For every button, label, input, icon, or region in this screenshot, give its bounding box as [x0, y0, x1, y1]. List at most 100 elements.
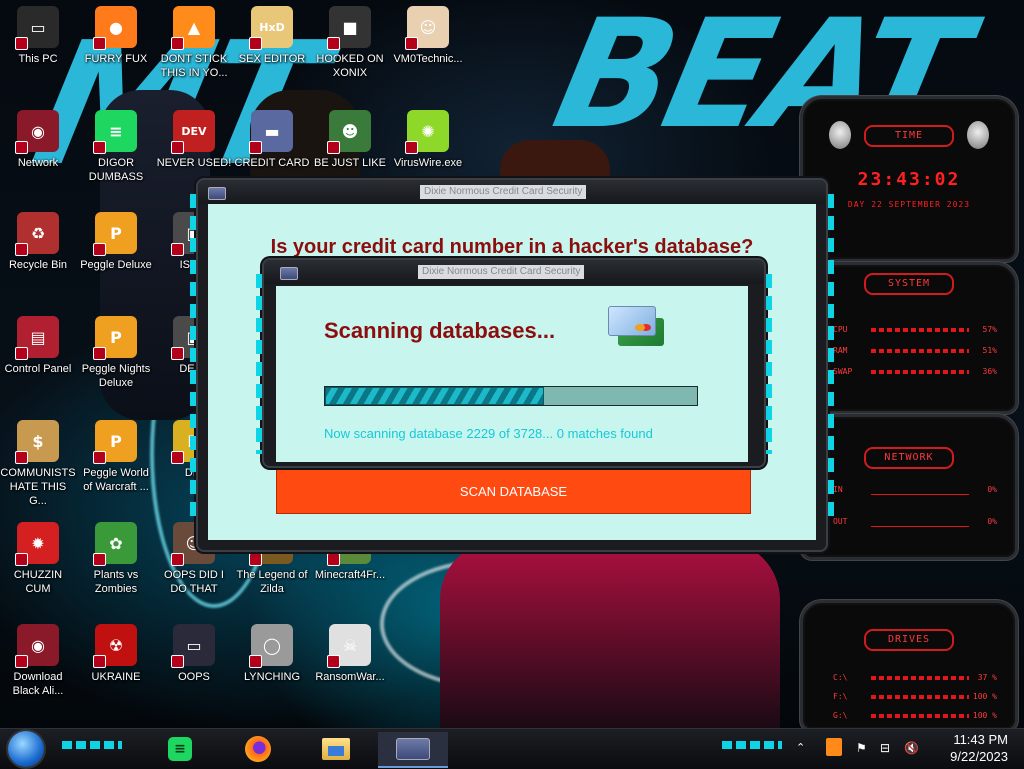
desktop-icon[interactable]: P Peggle World of Warcraft ...	[78, 420, 154, 494]
desktop-icon-label: Peggle Nights Deluxe	[81, 363, 151, 389]
system-row-label: RAM	[833, 346, 848, 355]
main-question: Is your credit card number in a hacker's…	[270, 236, 754, 258]
alien-orb-icon: ◉	[15, 624, 59, 668]
drives-row-value: 100 %	[972, 692, 997, 701]
desktop-icon[interactable]: ≡ DIGOR DUMBASS	[78, 110, 154, 184]
main-window-titlebar[interactable]: Dixie Normous Credit Card Security	[198, 180, 826, 204]
start-orb-icon[interactable]	[8, 731, 44, 767]
muted-speaker-icon[interactable]: 🔇	[904, 741, 919, 755]
scan-dialog-client: Scanning databases... Now scanning datab…	[276, 286, 748, 462]
network-row-label: IN	[833, 485, 843, 494]
credit-cards-icon	[608, 306, 664, 346]
network-icon[interactable]: ⊟	[880, 741, 890, 755]
desktop-icon-label: DIGOR DUMBASS	[88, 157, 144, 183]
desktop-icon-label: OOPS	[178, 671, 210, 683]
drives-gadget[interactable]: DRIVES C:\ 37 % F:\ 100 % G:\ 100 %	[800, 600, 1018, 728]
desktop-icon-label: UKRAINE	[91, 671, 141, 683]
computer-icon: ▭	[15, 6, 59, 50]
peggle-icon: P	[93, 212, 137, 256]
desktop-icon[interactable]: $ COMMUNISTS HATE THIS G...	[0, 420, 76, 508]
network-row-value: 0%	[987, 517, 997, 526]
shortcut-arrow-icon	[93, 451, 106, 464]
desktop-icon-label: LYNCHING	[243, 671, 301, 683]
shortcut-arrow-icon	[15, 655, 28, 668]
system-row-bar	[871, 370, 969, 374]
drives-gadget-header: DRIVES	[864, 629, 954, 651]
desktop-icon-label: RansomWar...	[315, 671, 385, 683]
network-row-value: 0%	[987, 485, 997, 494]
taskbar-file-explorer[interactable]	[316, 732, 356, 766]
skull-icon: ☠	[327, 624, 371, 668]
desktop-icon[interactable]: ▭ This PC	[0, 6, 76, 66]
taskbar-clock[interactable]: 11:43 PM 9/22/2023	[950, 731, 1008, 765]
desktop-icon-label: Recycle Bin	[8, 259, 68, 271]
desktop-icon-label: Plants vs Zombies	[93, 569, 139, 595]
flag-icon[interactable]: ⚑	[856, 741, 867, 755]
network-gadget-header: NETWORK	[864, 447, 954, 469]
desktop-icon[interactable]: ● FURRY FUX	[78, 6, 154, 66]
desktop-icon[interactable]: ☢ UKRAINE	[78, 624, 154, 684]
desktop-icon[interactable]: ☠ RansomWar...	[312, 624, 388, 684]
desktop-icon[interactable]: ▲ DONT STICK THIS IN YO...	[156, 6, 232, 80]
hardware-icon[interactable]	[826, 738, 842, 756]
desktop-icon[interactable]: ☻ BE JUST LIKE	[312, 110, 388, 170]
desktop-icon[interactable]: ♻ Recycle Bin	[0, 212, 76, 272]
system-row: SWAP 36%	[833, 367, 1001, 379]
shortcut-arrow-icon	[171, 141, 184, 154]
recycle-bin-icon: ♻	[15, 212, 59, 256]
shortcut-arrow-icon	[93, 141, 106, 154]
desktop-icon[interactable]: HxD SEX EDITOR	[234, 6, 310, 66]
xonix-icon: ■	[327, 6, 371, 50]
desktop-icon[interactable]: ◯ LYNCHING	[234, 624, 310, 684]
shortcut-arrow-icon	[15, 347, 28, 360]
shortcut-arrow-icon	[15, 37, 28, 50]
shortcut-arrow-icon	[15, 141, 28, 154]
drives-row-label: G:\	[833, 711, 848, 720]
desktop-icon[interactable]: ☺ VM0Technic...	[390, 6, 466, 66]
desktop-icon[interactable]: ✹ CHUZZIN CUM	[0, 522, 76, 596]
chuzzle-icon: ✹	[15, 522, 59, 566]
desktop-icon[interactable]: P Peggle Deluxe	[78, 212, 154, 272]
time-gadget-header: TIME	[864, 125, 954, 147]
taskbar-firefox[interactable]	[238, 732, 278, 766]
shortcut-arrow-icon	[249, 37, 262, 50]
shortcut-arrow-icon	[405, 141, 418, 154]
desktop-icon[interactable]: ✺ VirusWire.exe	[390, 110, 466, 170]
system-row-bar	[871, 349, 969, 353]
desktop-icon[interactable]: ✿ Plants vs Zombies	[78, 522, 154, 596]
desktop-icon-label: Download Black Ali...	[12, 671, 64, 697]
desktop-icon[interactable]: ▬ CREDIT CARD	[234, 110, 310, 170]
gadget-clock: 23:43:02	[857, 169, 961, 190]
credit-card-app-icon: ▬	[249, 110, 293, 154]
taskbar-spotify[interactable]: ≡	[160, 732, 200, 766]
desktop-icon[interactable]: P Peggle Nights Deluxe	[78, 316, 154, 390]
window-edge-decoration	[766, 274, 772, 454]
desktop-icon[interactable]: ◉ Network	[0, 110, 76, 170]
caret-up-icon[interactable]: ⌃	[796, 741, 805, 754]
desktop-icon[interactable]: ◉ Download Black Ali...	[0, 624, 76, 698]
shortcut-arrow-icon	[327, 553, 340, 566]
taskbar-credit-card-app[interactable]	[378, 732, 448, 768]
drives-row-bar	[871, 695, 969, 699]
scan-database-button[interactable]: SCAN DATABASE	[276, 468, 751, 514]
desktop-icon-label: The Legend of Zilda	[236, 569, 308, 595]
credit-card-app-icon	[208, 187, 226, 200]
shortcut-arrow-icon	[327, 655, 340, 668]
desktop-icon[interactable]: DEV NEVER USED!	[156, 110, 232, 170]
system-row: RAM 51%	[833, 346, 1001, 358]
vlc-cone-icon: ▲	[171, 6, 215, 50]
desktop-icon-label: Network	[17, 157, 59, 169]
desktop-icon[interactable]: ▤ Control Panel	[0, 316, 76, 376]
system-row-label: SWAP	[833, 367, 853, 376]
desktop-icon-label: Peggle Deluxe	[80, 259, 152, 271]
plants-vs-zombies-icon: ✿	[93, 522, 137, 566]
main-window-title: Dixie Normous Credit Card Security	[420, 185, 587, 199]
peggle-nights-icon: P	[93, 316, 137, 360]
network-row: OUT 0%	[833, 517, 1001, 529]
scan-dialog-titlebar[interactable]: Dixie Normous Credit Card Security	[264, 260, 764, 284]
desktop-icon[interactable]: ▭ OOPS	[156, 624, 232, 684]
shortcut-arrow-icon	[171, 553, 184, 566]
scan-dialog[interactable]: Dixie Normous Credit Card Security Scann…	[256, 260, 772, 466]
scan-progress-fill	[325, 387, 545, 405]
desktop-icon[interactable]: ■ HOOKED ON XONIX	[312, 6, 388, 80]
